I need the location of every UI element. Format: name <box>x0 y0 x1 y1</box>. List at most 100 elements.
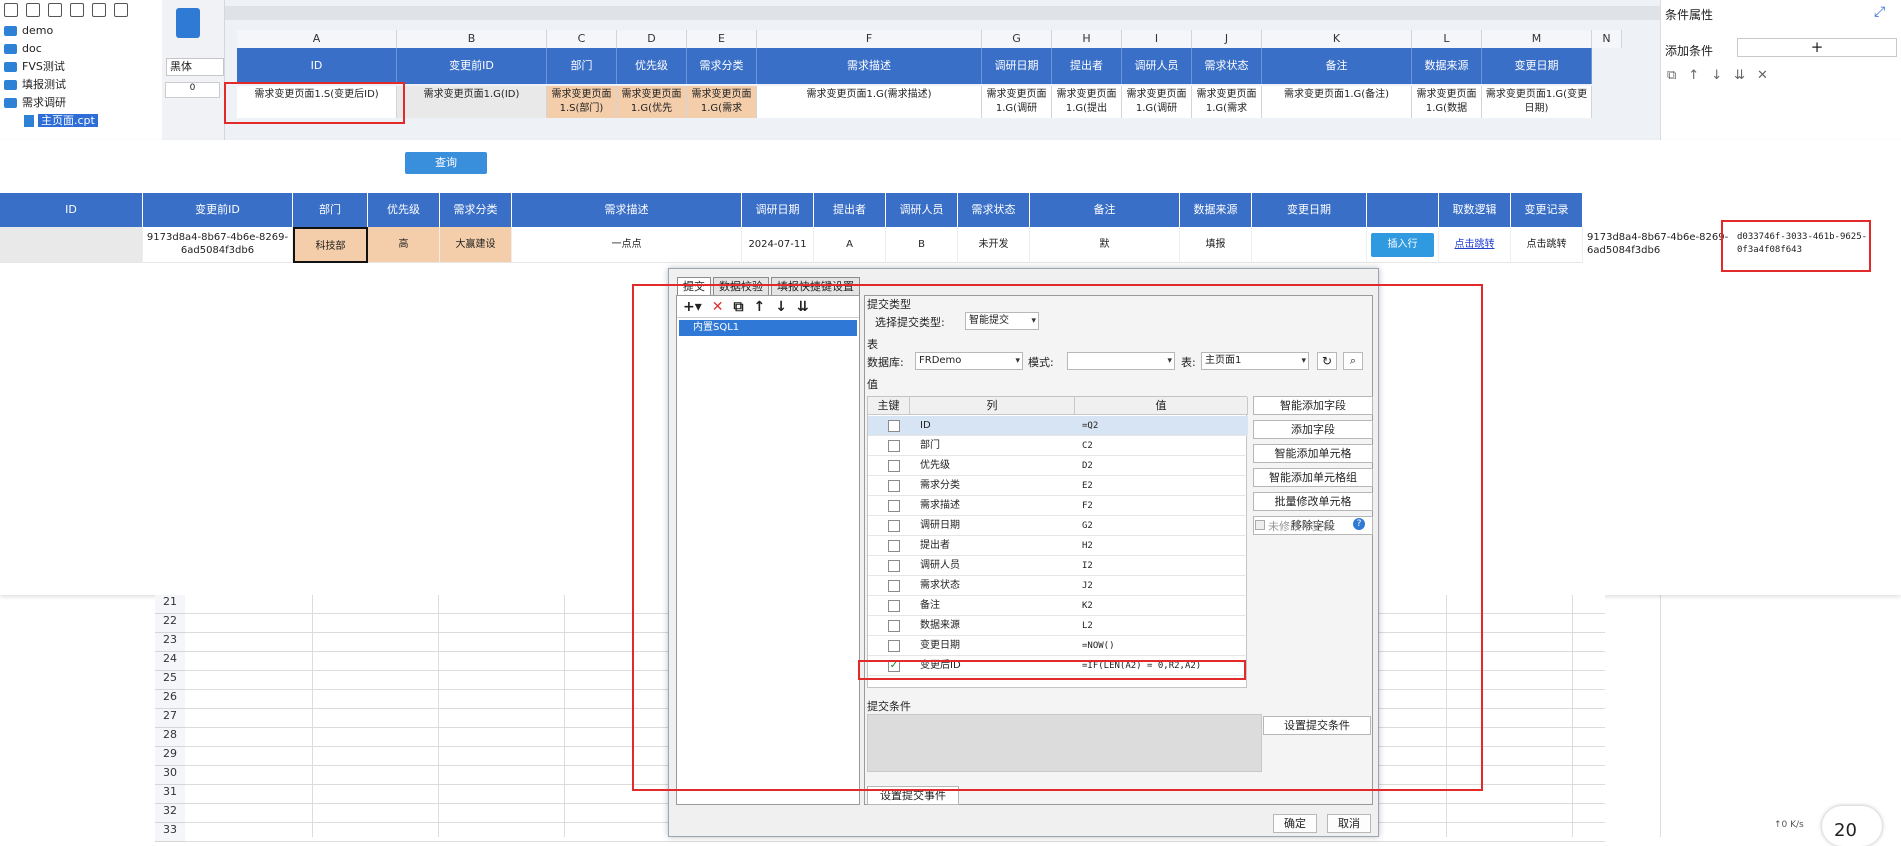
add-icon[interactable]: +▾ <box>683 299 702 315</box>
design-data-cell[interactable]: 需求变更页面1.G(需求 <box>687 86 757 118</box>
settings-icon[interactable] <box>70 3 84 17</box>
field-row[interactable]: 需求描述 F2 <box>868 496 1248 516</box>
design-data-cell[interactable]: 需求变更页面1.G(调研 <box>1122 86 1192 118</box>
field-value[interactable]: F2 <box>1082 496 1093 516</box>
preview-cell-logic-link[interactable]: 点击跳转 <box>1439 227 1511 263</box>
preview-cell-record[interactable]: 点击跳转 <box>1511 227 1583 263</box>
set-condition-button[interactable]: 设置提交条件 <box>1263 716 1371 735</box>
cancel-button[interactable]: 取消 <box>1327 814 1371 833</box>
primary-key-checkbox[interactable] <box>888 600 900 612</box>
refresh-icon[interactable]: ↻ <box>1317 352 1337 370</box>
field-action-button[interactable]: 批量修改单元格 <box>1253 492 1373 511</box>
horizontal-scrollbar[interactable] <box>225 6 1660 20</box>
field-row[interactable]: ID =Q2 <box>868 416 1248 436</box>
query-button[interactable]: 查询 <box>405 152 487 174</box>
primary-key-checkbox[interactable] <box>888 440 900 452</box>
no-update-checkbox[interactable] <box>1255 520 1265 530</box>
design-header-cell[interactable]: 需求描述 <box>757 48 982 84</box>
sheet-row-number[interactable]: 23 <box>155 633 185 652</box>
design-data-cell[interactable]: 需求变更页面1.G(提出 <box>1052 86 1122 118</box>
sheet-row-number[interactable]: 21 <box>155 595 185 614</box>
sheet-row-number[interactable]: 31 <box>155 785 185 804</box>
primary-key-checkbox[interactable] <box>888 500 900 512</box>
primary-key-checkbox[interactable] <box>888 620 900 632</box>
field-row[interactable]: 变更日期 =NOW() <box>868 636 1248 656</box>
column-letter[interactable]: D <box>617 30 687 48</box>
tree-folder[interactable]: 需求调研 <box>0 94 162 112</box>
design-header-cell[interactable]: ID <box>237 48 397 84</box>
tree-folder[interactable]: demo <box>0 22 162 40</box>
design-header-cell[interactable]: 调研人员 <box>1122 48 1192 84</box>
design-header-cell[interactable]: 备注 <box>1262 48 1412 84</box>
design-header-cell[interactable]: 调研日期 <box>982 48 1052 84</box>
column-letter[interactable]: F <box>757 30 982 48</box>
design-header-cell[interactable]: 变更前ID <box>397 48 547 84</box>
primary-key-checkbox[interactable] <box>888 460 900 472</box>
field-action-button[interactable]: 智能添加单元格组 <box>1253 468 1373 487</box>
field-value[interactable]: L2 <box>1082 616 1093 636</box>
ok-button[interactable]: 确定 <box>1273 814 1317 833</box>
close-icon[interactable]: ✕ <box>1757 68 1768 83</box>
field-row[interactable]: 需求分类 E2 <box>868 476 1248 496</box>
design-data-cell[interactable]: 需求变更页面1.S(变更后ID) <box>237 86 397 118</box>
field-value[interactable]: D2 <box>1082 456 1093 476</box>
primary-key-checkbox[interactable] <box>888 640 900 652</box>
design-header-cell[interactable]: 优先级 <box>617 48 687 84</box>
design-header-cell[interactable]: 变更日期 <box>1482 48 1592 84</box>
sheet-row-number[interactable]: 25 <box>155 671 185 690</box>
table-select[interactable]: 主页面1 ▾ <box>1201 352 1309 370</box>
design-header-cell[interactable]: 需求状态 <box>1192 48 1262 84</box>
column-letter[interactable]: A <box>237 30 397 48</box>
field-row[interactable]: 需求状态 J2 <box>868 576 1248 596</box>
column-letter[interactable]: L <box>1412 30 1482 48</box>
field-row[interactable]: 数据来源 L2 <box>868 616 1248 636</box>
set-event-button[interactable]: 设置提交事件 <box>867 786 959 805</box>
database-select[interactable]: FRDemo ▾ <box>915 352 1023 370</box>
schema-select[interactable]: ▾ <box>1067 352 1175 370</box>
field-action-button[interactable]: 智能添加单元格 <box>1253 444 1373 463</box>
expand-icon[interactable]: ⤢ <box>1874 4 1885 20</box>
design-data-cell[interactable]: 需求变更页面1.G(备注) <box>1262 86 1412 118</box>
tab-shortcut-settings[interactable]: 填报快捷键设置 <box>771 277 860 295</box>
primary-key-checkbox[interactable] <box>888 520 900 532</box>
add-condition-button[interactable]: + <box>1737 38 1897 57</box>
sheet-row-number[interactable]: 24 <box>155 652 185 671</box>
field-value[interactable]: K2 <box>1082 596 1093 616</box>
column-letter[interactable]: J <box>1192 30 1262 48</box>
sheet-row-number[interactable]: 29 <box>155 747 185 766</box>
insert-row-button[interactable]: 插入行 <box>1371 233 1434 257</box>
sheet-row-number[interactable]: 28 <box>155 728 185 747</box>
delete-icon[interactable]: ✕ <box>712 299 724 315</box>
field-row[interactable]: 提出者 H2 <box>868 536 1248 556</box>
field-row[interactable]: 优先级 D2 <box>868 456 1248 476</box>
field-row[interactable]: ✓ 变更后ID =IF(LEN(A2) = 0,R2,A2) <box>868 656 1248 676</box>
field-value[interactable]: J2 <box>1082 576 1093 596</box>
primary-key-checkbox[interactable] <box>888 420 900 432</box>
primary-key-checkbox[interactable] <box>888 580 900 592</box>
field-value[interactable]: =NOW() <box>1082 636 1115 656</box>
field-value[interactable]: I2 <box>1082 556 1093 576</box>
submit-type-select[interactable]: 智能提交 ▾ <box>965 312 1039 330</box>
column-letter[interactable]: H <box>1052 30 1122 48</box>
design-header-cell[interactable]: 需求分类 <box>687 48 757 84</box>
design-header-cell[interactable]: 部门 <box>547 48 617 84</box>
field-value[interactable]: C2 <box>1082 436 1093 456</box>
sheet-row-number[interactable]: 22 <box>155 614 185 633</box>
field-row[interactable]: 调研日期 G2 <box>868 516 1248 536</box>
design-data-cell[interactable]: 需求变更页面1.G(ID) <box>397 86 547 118</box>
tab-submit[interactable]: 提交 <box>677 277 711 295</box>
sheet-row-number[interactable]: 32 <box>155 804 185 823</box>
column-letter[interactable]: E <box>687 30 757 48</box>
export-icon[interactable] <box>48 3 62 17</box>
column-letter[interactable]: M <box>1482 30 1592 48</box>
down-arrow-icon[interactable]: ↓ <box>1711 68 1722 83</box>
sheet-row-number[interactable]: 30 <box>155 766 185 785</box>
primary-key-checkbox[interactable]: ✓ <box>888 660 900 672</box>
design-data-cell[interactable]: 需求变更页面1.G(需求 <box>1192 86 1262 118</box>
up-arrow-icon[interactable]: ↑ <box>754 299 766 315</box>
field-action-button[interactable]: 添加字段 <box>1253 420 1373 439</box>
delete-icon[interactable] <box>92 3 106 17</box>
sheet-row-number[interactable]: 27 <box>155 709 185 728</box>
up-arrow-icon[interactable]: ↑ <box>1688 68 1699 83</box>
field-value[interactable]: H2 <box>1082 536 1093 556</box>
